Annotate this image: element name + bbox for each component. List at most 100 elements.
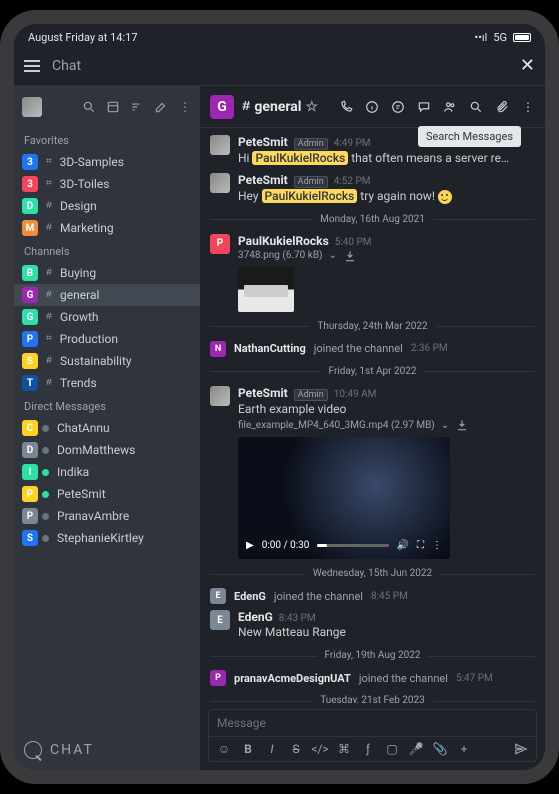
msg-username: pranavAcmeDesignUAT bbox=[234, 672, 351, 685]
channel-item[interactable]: M#Marketing bbox=[14, 217, 200, 239]
mention[interactable]: PaulKukielRocks bbox=[262, 189, 358, 203]
emoji-icon[interactable]: ☺ bbox=[217, 742, 231, 756]
hash-icon: # bbox=[46, 223, 52, 234]
avatar[interactable] bbox=[22, 97, 42, 117]
channel-badge: S bbox=[22, 353, 38, 369]
channel-item[interactable]: G#general bbox=[14, 284, 200, 306]
strike-icon[interactable]: S bbox=[289, 742, 303, 756]
admin-badge: Admin bbox=[294, 138, 328, 150]
close-icon[interactable]: ✕ bbox=[520, 55, 535, 76]
avatar: E bbox=[210, 588, 226, 604]
presence-dot bbox=[42, 425, 49, 432]
message-input[interactable]: Message bbox=[209, 710, 536, 736]
channel-header: G # general ☆ ⋮ Search Messages bbox=[200, 86, 545, 128]
dm-item[interactable]: CChatAnnu bbox=[14, 417, 200, 439]
item-label: DomMatthews bbox=[57, 443, 135, 457]
members-icon[interactable] bbox=[443, 100, 457, 114]
bold-icon[interactable]: B bbox=[241, 742, 255, 756]
channel-badge: T bbox=[22, 375, 38, 391]
date-divider: Wednesday, 15th Jun 2022 bbox=[200, 562, 545, 585]
item-label: Indika bbox=[57, 465, 89, 479]
dm-item[interactable]: PPranavAmbre bbox=[14, 505, 200, 527]
fullscreen-icon[interactable]: ⛶ bbox=[417, 540, 424, 551]
image-preview[interactable] bbox=[238, 267, 294, 312]
channel-item[interactable]: B#Buying bbox=[14, 262, 200, 284]
channel-item[interactable]: G#Growth bbox=[14, 306, 200, 328]
files-icon[interactable] bbox=[495, 100, 509, 114]
call-icon[interactable] bbox=[339, 100, 353, 114]
directory-icon[interactable] bbox=[106, 100, 120, 114]
sort-icon[interactable] bbox=[130, 100, 144, 114]
file-attachment[interactable]: file_example_MP4_640_3MG.mp4 (2.97 MB)⌄ bbox=[238, 417, 535, 433]
video-scrubber[interactable] bbox=[317, 544, 388, 547]
message: E EdenG 8:43 PM New Matteau Range bbox=[200, 607, 545, 644]
msg-username: NathanCutting bbox=[234, 342, 306, 355]
item-label: ChatAnnu bbox=[57, 421, 110, 435]
channel-badge: B bbox=[22, 265, 38, 281]
channel-item[interactable]: 3⌗3D-Samples bbox=[14, 151, 200, 173]
plus-icon[interactable]: + bbox=[457, 742, 471, 756]
discussion-icon[interactable] bbox=[391, 100, 405, 114]
presence-dot bbox=[42, 491, 49, 498]
kebab-icon[interactable]: ⋮ bbox=[432, 540, 442, 551]
search-messages-icon[interactable] bbox=[469, 100, 483, 114]
dm-item[interactable]: SStephanieKirtley bbox=[14, 527, 200, 549]
date-divider: Friday, 19th Aug 2022 bbox=[200, 644, 545, 667]
italic-icon[interactable]: I bbox=[265, 742, 279, 756]
channel-avatar: G bbox=[210, 95, 234, 119]
video-msg-icon[interactable]: ▢ bbox=[385, 742, 399, 756]
dm-item[interactable]: P PeteSmit bbox=[14, 483, 200, 505]
item-label: PranavAmbre bbox=[57, 509, 129, 523]
presence-dot bbox=[42, 513, 49, 520]
search-input[interactable]: Chat bbox=[52, 58, 508, 74]
msg-username: PaulKukielRocks bbox=[238, 234, 329, 248]
message: P PaulKukielRocks 5:40 PM 3748.png (6.70… bbox=[200, 231, 545, 315]
channel-badge: P bbox=[22, 486, 38, 502]
status-bar: August Friday at 14:17 ••ıl 5G bbox=[14, 24, 545, 46]
search-icon[interactable] bbox=[82, 100, 96, 114]
compose-icon[interactable] bbox=[154, 100, 168, 114]
attach-icon[interactable]: 📎 bbox=[433, 742, 447, 756]
admin-badge: Admin bbox=[294, 176, 328, 188]
star-icon[interactable]: ☆ bbox=[305, 99, 318, 115]
presence-dot bbox=[42, 447, 49, 454]
file-attachment[interactable]: 3748.png (6.70 kB)⌄ bbox=[238, 248, 535, 264]
channel-badge: S bbox=[22, 530, 38, 546]
msg-body: Earth example video bbox=[238, 401, 535, 418]
info-icon[interactable] bbox=[365, 100, 379, 114]
msg-username: EdenG bbox=[234, 590, 266, 603]
item-label: Design bbox=[60, 199, 97, 213]
kebab-icon[interactable]: ⋮ bbox=[521, 100, 535, 114]
item-label: Marketing bbox=[60, 221, 114, 235]
kebab-icon[interactable]: ⋮ bbox=[178, 100, 192, 114]
channel-item[interactable]: P⌗Production bbox=[14, 328, 200, 350]
menu-icon[interactable] bbox=[24, 60, 40, 72]
audio-msg-icon[interactable]: 🎤 bbox=[409, 742, 423, 756]
channel-item[interactable]: T#Trends bbox=[14, 372, 200, 394]
channel-item[interactable]: S#Sustainability bbox=[14, 350, 200, 372]
msg-time: 5:40 PM bbox=[335, 237, 372, 248]
dm-item[interactable]: DDomMatthews bbox=[14, 439, 200, 461]
volume-icon[interactable]: 🔊 bbox=[397, 540, 409, 551]
avatar: N bbox=[210, 341, 226, 357]
mention[interactable]: PaulKukielRocks bbox=[252, 151, 348, 165]
network-label: 5G bbox=[493, 31, 507, 44]
channel-item[interactable]: 3⌗3D-Toiles bbox=[14, 173, 200, 195]
video-player[interactable]: ▶ 0:00 / 0:30 🔊 ⛶ ⋮ bbox=[238, 437, 450, 559]
channel-item[interactable]: D#Design bbox=[14, 195, 200, 217]
thread-icon[interactable] bbox=[417, 100, 431, 114]
katex-icon[interactable]: ƒ bbox=[361, 742, 375, 756]
channel-badge: D bbox=[22, 198, 38, 214]
msg-body: Hey PaulKukielRocks try again now! bbox=[238, 188, 535, 205]
dm-item[interactable]: IIndika bbox=[14, 461, 200, 483]
msg-time: 4:52 PM bbox=[334, 176, 371, 187]
multiline-code-icon[interactable]: ⌘ bbox=[337, 742, 351, 756]
item-label: PeteSmit bbox=[57, 487, 106, 501]
channel-badge: P bbox=[22, 331, 38, 347]
msg-body: New Matteau Range bbox=[238, 624, 535, 641]
smile-emoji-icon bbox=[438, 190, 452, 204]
code-icon[interactable]: </> bbox=[313, 742, 327, 756]
hash-icon: ⌗ bbox=[46, 156, 52, 168]
play-icon[interactable]: ▶ bbox=[246, 540, 254, 551]
send-icon[interactable] bbox=[514, 742, 528, 756]
